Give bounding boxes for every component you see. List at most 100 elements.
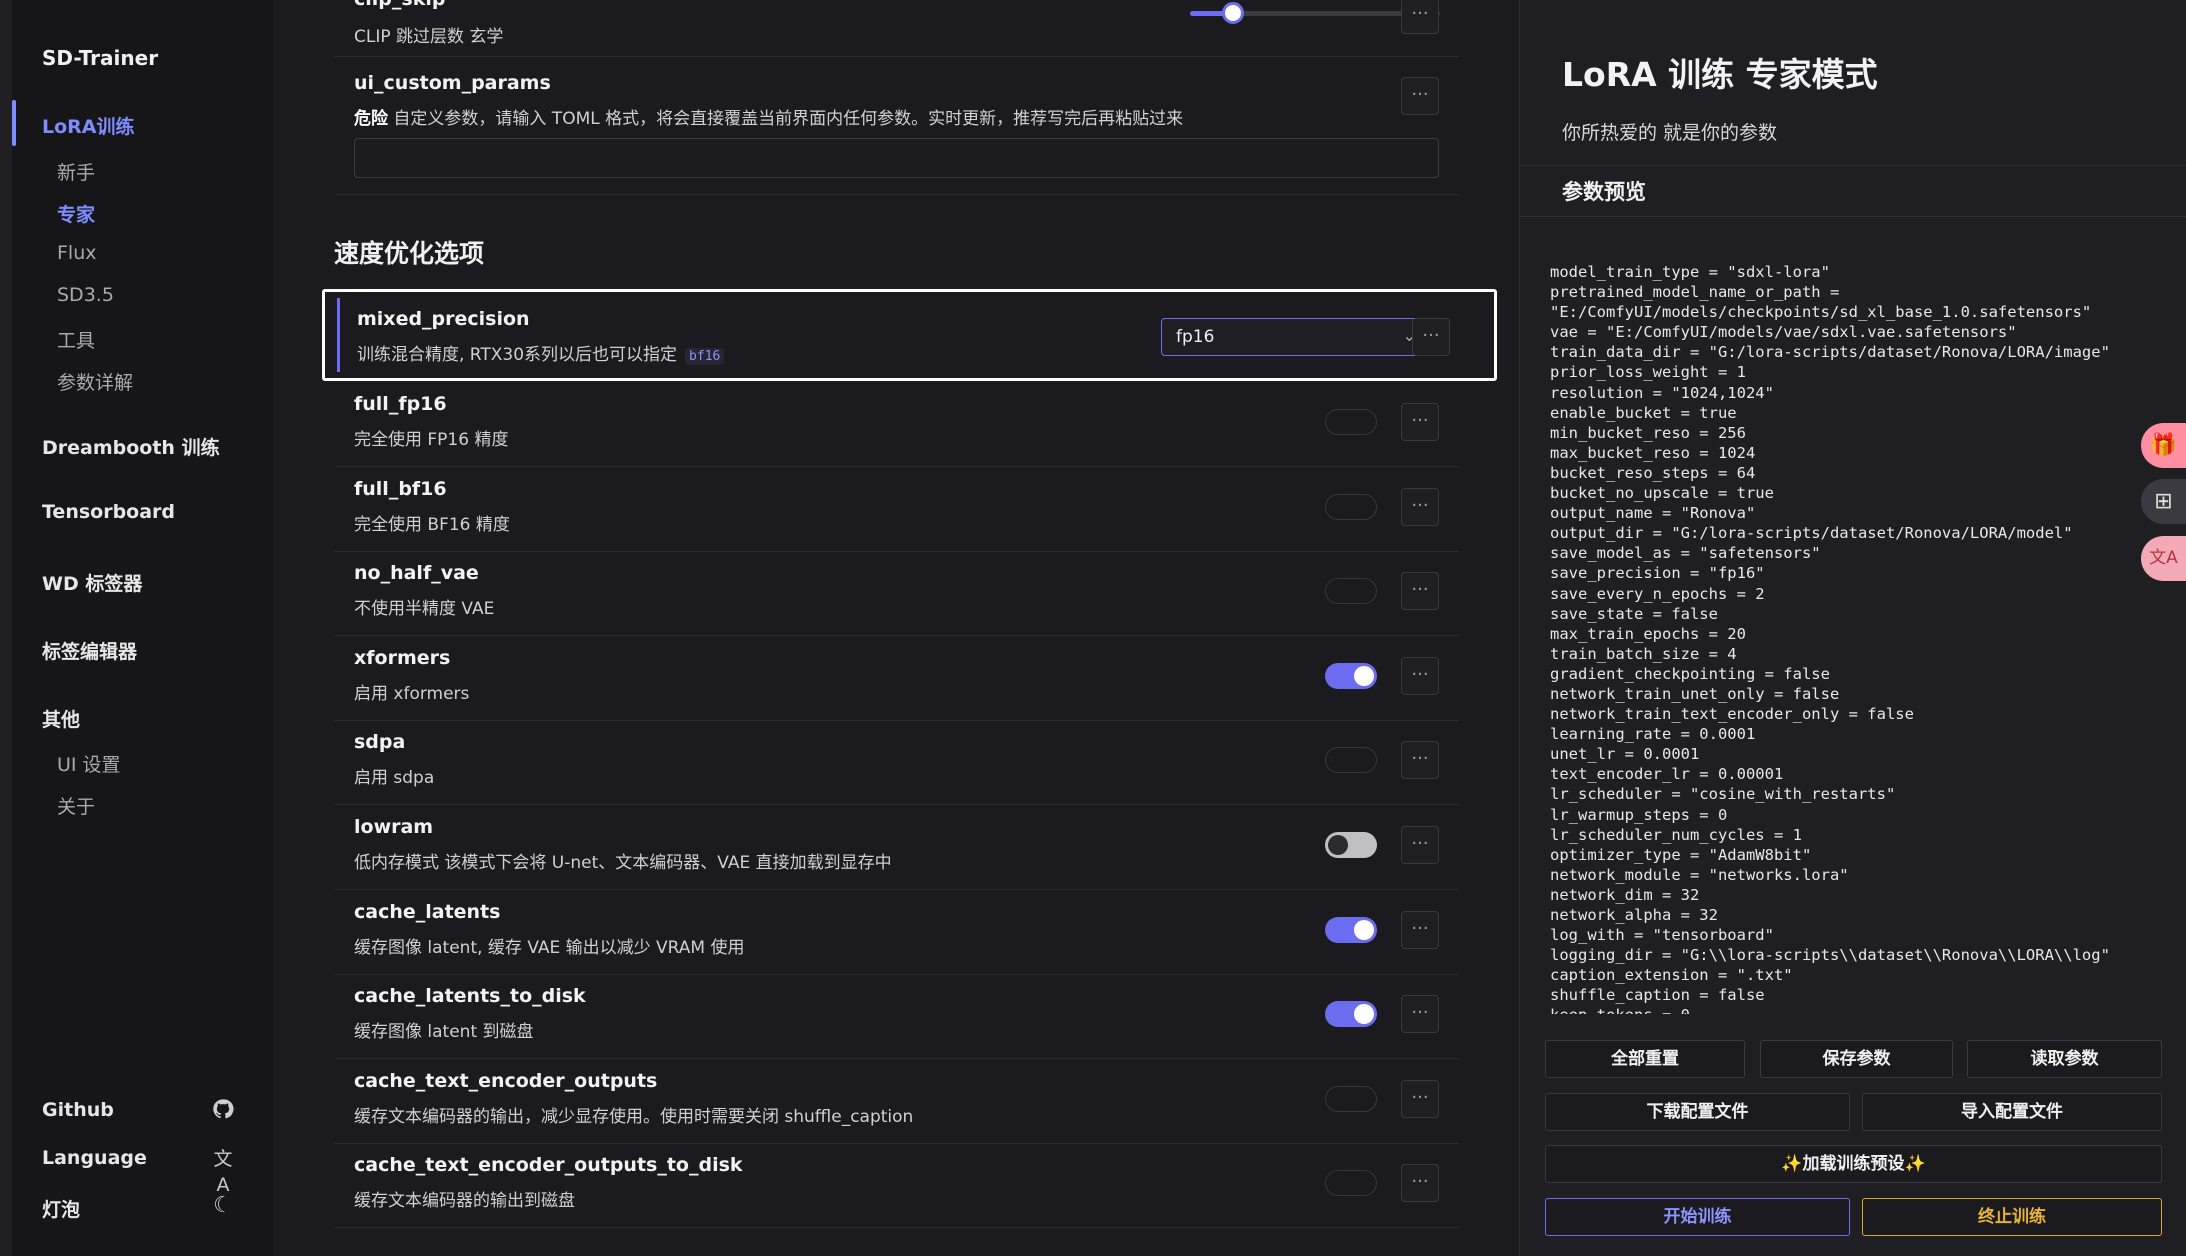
- custom-params-textarea[interactable]: [354, 138, 1439, 178]
- param-desc: 缓存图像 latent 到磁盘: [354, 1022, 534, 1042]
- more-button[interactable]: ···: [1401, 741, 1439, 779]
- right-panel: LoRA 训练 专家模式 你所热爱的 就是你的参数 参数预览 model_tra…: [1519, 0, 2186, 1256]
- lowram-toggle[interactable]: [1325, 832, 1377, 858]
- more-button[interactable]: ···: [1401, 657, 1439, 695]
- sidebar-item-tensorboard[interactable]: Tensorboard: [42, 501, 175, 523]
- full-bf16-toggle[interactable]: [1325, 494, 1377, 520]
- param-row-full-bf16: full_bf16 完全使用 BF16 精度 ···: [334, 466, 1459, 552]
- more-button[interactable]: ···: [1401, 403, 1439, 441]
- param-row-lowram: lowram 低内存模式 该模式下会将 U-net、文本编码器、VAE 直接加载到…: [334, 804, 1459, 890]
- param-row-no-half-vae: no_half_vae 不使用半精度 VAE ···: [334, 550, 1459, 636]
- gift-icon[interactable]: 🎁: [2141, 423, 2186, 468]
- more-button[interactable]: ···: [1401, 911, 1439, 949]
- param-row-cache-latents: cache_latents 缓存图像 latent, 缓存 VAE 输出以减少 V…: [334, 889, 1459, 975]
- sidebar-item-about[interactable]: 关于: [57, 792, 95, 819]
- param-desc: 缓存文本编码器的输出，减少显存使用。使用时需要关闭 shuffle_captio…: [354, 1107, 914, 1127]
- cache-latents-toggle[interactable]: [1325, 917, 1377, 943]
- param-row-ui-custom-params: ui_custom_params 危险 自定义参数，请输入 TOML 格式，将会…: [334, 56, 1459, 195]
- param-row-cache-text-encoder-outputs-to-disk: cache_text_encoder_outputs_to_disk 缓存文本编码…: [334, 1142, 1459, 1228]
- load-params-button[interactable]: 读取参数: [1967, 1040, 2162, 1078]
- xformers-toggle[interactable]: [1325, 663, 1377, 689]
- toggle-knob: [1354, 1004, 1374, 1024]
- stop-training-button[interactable]: 终止训练: [1862, 1198, 2162, 1236]
- language-link[interactable]: Language: [42, 1147, 147, 1169]
- divider: [1520, 165, 2186, 166]
- translate-icon[interactable]: 文A: [210, 1146, 236, 1196]
- load-preset-button[interactable]: ✨加载训练预设✨: [1545, 1145, 2162, 1183]
- start-training-button[interactable]: 开始训练: [1545, 1198, 1850, 1236]
- more-button[interactable]: ···: [1401, 488, 1439, 526]
- danger-label: 危险: [354, 109, 388, 129]
- more-button[interactable]: ···: [1401, 995, 1439, 1033]
- sidebar-item-dreambooth[interactable]: Dreambooth 训练: [42, 433, 220, 460]
- params-preview-code[interactable]: model_train_type = "sdxl-lora" pretraine…: [1550, 262, 2150, 1014]
- sidebar-item-lora[interactable]: LoRA训练: [42, 112, 135, 139]
- param-desc: 低内存模式 该模式下会将 U-net、文本编码器、VAE 直接加载到显存中: [354, 853, 892, 873]
- app-brand[interactable]: SD-Trainer: [42, 46, 158, 70]
- reset-all-button[interactable]: 全部重置: [1545, 1040, 1745, 1078]
- import-config-button[interactable]: 导入配置文件: [1862, 1093, 2162, 1131]
- param-name: cache_latents_to_disk: [354, 985, 586, 1007]
- toggle-knob: [1354, 666, 1374, 686]
- active-indicator: [12, 100, 16, 146]
- no-half-vae-toggle[interactable]: [1325, 578, 1377, 604]
- param-name: mixed_precision: [357, 308, 530, 330]
- param-name: sdpa: [354, 731, 406, 753]
- sidebar-group-other[interactable]: 其他: [42, 705, 80, 732]
- param-name: no_half_vae: [354, 562, 479, 584]
- focus-accent: [337, 298, 340, 372]
- sidebar-item-param-docs[interactable]: 参数详解: [57, 368, 133, 395]
- apps-icon[interactable]: ⊞: [2141, 479, 2186, 524]
- sidebar-item-flux[interactable]: Flux: [57, 242, 97, 264]
- moon-icon[interactable]: ☾: [210, 1193, 236, 1219]
- cache-latents-to-disk-toggle[interactable]: [1325, 1001, 1377, 1027]
- param-row-xformers: xformers 启用 xformers ···: [334, 635, 1459, 721]
- param-name: cache_text_encoder_outputs_to_disk: [354, 1154, 743, 1176]
- param-desc: 启用 xformers: [354, 684, 470, 704]
- sidebar-item-wd-tagger[interactable]: WD 标签器: [42, 569, 142, 596]
- param-desc: 不使用半精度 VAE: [354, 599, 495, 619]
- more-button[interactable]: ···: [1401, 1080, 1439, 1118]
- more-button[interactable]: ···: [1401, 0, 1439, 34]
- divider: [1520, 216, 2186, 217]
- preview-title: 参数预览: [1562, 180, 1646, 204]
- sdpa-toggle[interactable]: [1325, 747, 1377, 773]
- save-params-button[interactable]: 保存参数: [1760, 1040, 1953, 1078]
- param-desc: 完全使用 FP16 精度: [354, 430, 509, 450]
- translate-float-icon[interactable]: 文A: [2141, 536, 2186, 581]
- param-name: xformers: [354, 647, 451, 669]
- sidebar-item-ui-settings[interactable]: UI 设置: [57, 750, 121, 777]
- param-name: cache_latents: [354, 901, 501, 923]
- sidebar: SD-Trainer LoRA训练 新手 专家 Flux SD3.5 工具 参数…: [0, 0, 275, 1256]
- select-value: fp16: [1176, 327, 1215, 347]
- param-desc: 完全使用 BF16 精度: [354, 515, 510, 535]
- param-name: lowram: [354, 816, 434, 838]
- slider-handle[interactable]: [1221, 2, 1244, 24]
- toggle-knob: [1328, 835, 1348, 855]
- cache-text-encoder-outputs-toggle[interactable]: [1325, 1086, 1377, 1112]
- github-link[interactable]: Github: [42, 1099, 114, 1121]
- theme-toggle-label[interactable]: 灯泡: [42, 1195, 80, 1222]
- param-desc-text: 自定义参数，请输入 TOML 格式，将会直接覆盖当前界面内任何参数。实时更新，推…: [388, 109, 1184, 129]
- full-fp16-toggle[interactable]: [1325, 409, 1377, 435]
- more-button[interactable]: ···: [1401, 572, 1439, 610]
- mixed-precision-select[interactable]: fp16 ⌄: [1161, 318, 1431, 356]
- param-row-clip-skip: clip_skip CLIP 跳过层数 玄学 ···: [334, 0, 1459, 57]
- github-icon[interactable]: [210, 1098, 236, 1124]
- cache-text-encoder-outputs-to-disk-toggle[interactable]: [1325, 1170, 1377, 1196]
- sidebar-item-tools[interactable]: 工具: [57, 326, 95, 353]
- sidebar-item-novice[interactable]: 新手: [57, 158, 95, 185]
- page-subtitle: 你所热爱的 就是你的参数: [1562, 122, 1778, 144]
- more-button[interactable]: ···: [1401, 77, 1439, 115]
- more-button[interactable]: ···: [1401, 826, 1439, 864]
- download-config-button[interactable]: 下载配置文件: [1545, 1093, 1850, 1131]
- more-button[interactable]: ···: [1401, 1164, 1439, 1202]
- sidebar-item-sd35[interactable]: SD3.5: [57, 284, 114, 306]
- sidebar-item-tag-editor[interactable]: 标签编辑器: [42, 637, 137, 664]
- param-name: cache_text_encoder_outputs: [354, 1070, 658, 1092]
- more-button[interactable]: ···: [1412, 318, 1450, 356]
- param-desc: 危险 自定义参数，请输入 TOML 格式，将会直接覆盖当前界面内任何参数。实时更…: [354, 104, 1183, 129]
- sidebar-item-expert[interactable]: 专家: [57, 200, 95, 227]
- param-row-cache-latents-to-disk: cache_latents_to_disk 缓存图像 latent 到磁盘 ···: [334, 973, 1459, 1059]
- param-desc: 缓存图像 latent, 缓存 VAE 输出以减少 VRAM 使用: [354, 938, 745, 958]
